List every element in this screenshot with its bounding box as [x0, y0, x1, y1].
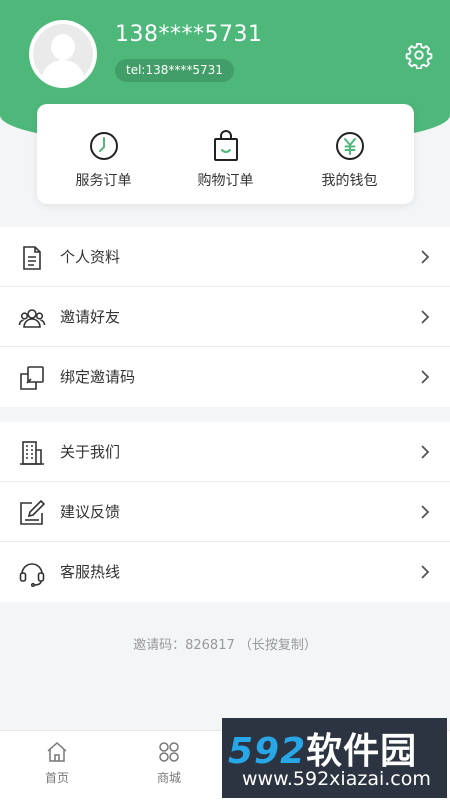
tab-shop[interactable]: 商城	[134, 739, 204, 799]
building-icon	[20, 441, 44, 465]
yuan-coin-icon	[336, 132, 364, 160]
avatar-placeholder-icon	[33, 24, 93, 84]
site-watermark: 592软件园 www.592xiazai.com	[222, 718, 447, 798]
chevron-right-icon	[421, 250, 430, 264]
watermark-logo: 592软件园	[228, 731, 418, 772]
menu-group-about: 关于我们 建议反馈 客服热线	[0, 422, 450, 602]
user-phone: 138****5731	[115, 22, 263, 47]
quick-actions-card: 服务订单 购物订单 我的钱包	[37, 104, 414, 204]
tab-home[interactable]: 首页	[22, 739, 92, 799]
chevron-right-icon	[421, 505, 430, 519]
menu-item-label: 建议反馈	[60, 503, 121, 521]
chevron-right-icon	[421, 565, 430, 579]
menu-item-feedback[interactable]: 建议反馈	[0, 482, 450, 542]
watermark-url: www.592xiazai.com	[242, 768, 431, 790]
service-orders-label: 服务订单	[75, 173, 132, 189]
menu-item-label: 客服热线	[60, 563, 121, 581]
menu-item-bind-invite-code[interactable]: 绑定邀请码	[0, 347, 450, 407]
shopping-orders-label: 购物订单	[197, 173, 254, 189]
copy-icon	[20, 366, 44, 390]
chevron-right-icon	[421, 445, 430, 459]
tel-badge: tel:138****5731	[115, 59, 234, 82]
shopping-bag-icon	[214, 130, 238, 161]
menu-item-profile[interactable]: 个人资料	[0, 227, 450, 287]
menu-item-label: 邀请好友	[60, 308, 121, 326]
menu-item-about-us[interactable]: 关于我们	[0, 422, 450, 482]
tab-label: 商城	[156, 771, 181, 785]
chevron-right-icon	[421, 310, 430, 324]
menu-item-customer-service[interactable]: 客服热线	[0, 542, 450, 602]
document-icon	[23, 246, 41, 270]
home-icon	[47, 741, 67, 762]
invite-code-text[interactable]: 邀请码：826817 （长按复制）	[0, 634, 450, 653]
menu-item-invite-friends[interactable]: 邀请好友	[0, 287, 450, 347]
menu-group-profile: 个人资料 邀请好友 绑定邀请码	[0, 227, 450, 407]
shopping-orders-button[interactable]: 购物订单	[163, 104, 288, 204]
tab-label: 首页	[44, 771, 69, 785]
clock-icon	[90, 132, 118, 160]
menu-item-label: 个人资料	[60, 248, 121, 266]
menu-item-label: 绑定邀请码	[60, 368, 136, 386]
avatar[interactable]	[29, 20, 97, 88]
gear-icon[interactable]	[405, 41, 433, 69]
headset-icon	[19, 563, 45, 587]
people-icon	[18, 309, 46, 328]
menu-item-label: 关于我们	[60, 443, 121, 461]
chevron-right-icon	[421, 370, 430, 384]
grid-icon	[159, 742, 179, 762]
wallet-button[interactable]: 我的钱包	[287, 104, 412, 204]
wallet-label: 我的钱包	[321, 173, 378, 189]
service-orders-button[interactable]: 服务订单	[41, 104, 166, 204]
edit-icon	[20, 499, 46, 525]
